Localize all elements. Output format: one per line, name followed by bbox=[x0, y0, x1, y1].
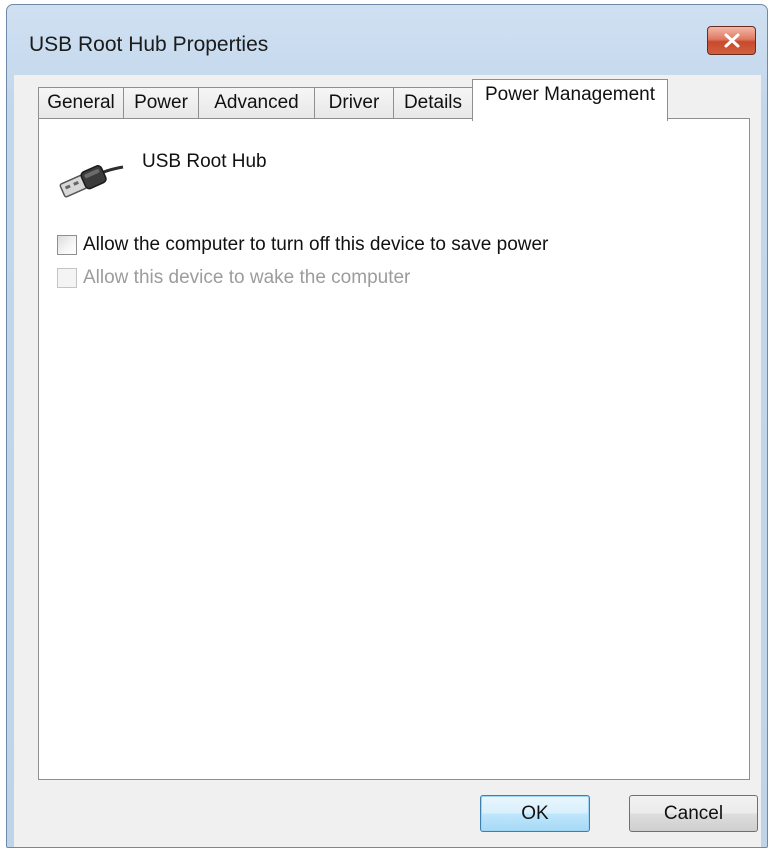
properties-window: USB Root Hub Properties General Power Ad… bbox=[6, 4, 768, 848]
tab-power-management[interactable]: Power Management bbox=[472, 79, 668, 121]
allow-turn-off-checkbox[interactable] bbox=[57, 235, 77, 255]
allow-wake-checkbox bbox=[57, 268, 77, 288]
tab-panel-power-management: USB Root Hub Allow the computer to turn … bbox=[38, 118, 750, 780]
tab-general[interactable]: General bbox=[38, 87, 124, 119]
tab-driver[interactable]: Driver bbox=[314, 87, 394, 119]
device-name: USB Root Hub bbox=[142, 151, 267, 172]
option-allow-wake: Allow this device to wake the computer bbox=[57, 265, 410, 291]
window-title: USB Root Hub Properties bbox=[29, 33, 269, 56]
allow-wake-label: Allow this device to wake the computer bbox=[83, 267, 411, 288]
title-bar[interactable]: USB Root Hub Properties bbox=[7, 5, 767, 79]
tab-power[interactable]: Power bbox=[123, 87, 199, 119]
dialog-client-area: General Power Advanced Driver Details Po… bbox=[14, 75, 761, 847]
close-button[interactable] bbox=[707, 26, 756, 55]
option-allow-turn-off[interactable]: Allow the computer to turn off this devi… bbox=[57, 232, 548, 258]
cancel-button[interactable]: Cancel bbox=[629, 795, 758, 832]
ok-button[interactable]: OK bbox=[480, 795, 590, 832]
close-x-icon bbox=[724, 33, 740, 48]
tab-advanced[interactable]: Advanced bbox=[198, 87, 315, 119]
usb-cable-icon bbox=[59, 165, 124, 198]
allow-turn-off-label[interactable]: Allow the computer to turn off this devi… bbox=[83, 234, 548, 256]
tab-details[interactable]: Details bbox=[393, 87, 473, 119]
